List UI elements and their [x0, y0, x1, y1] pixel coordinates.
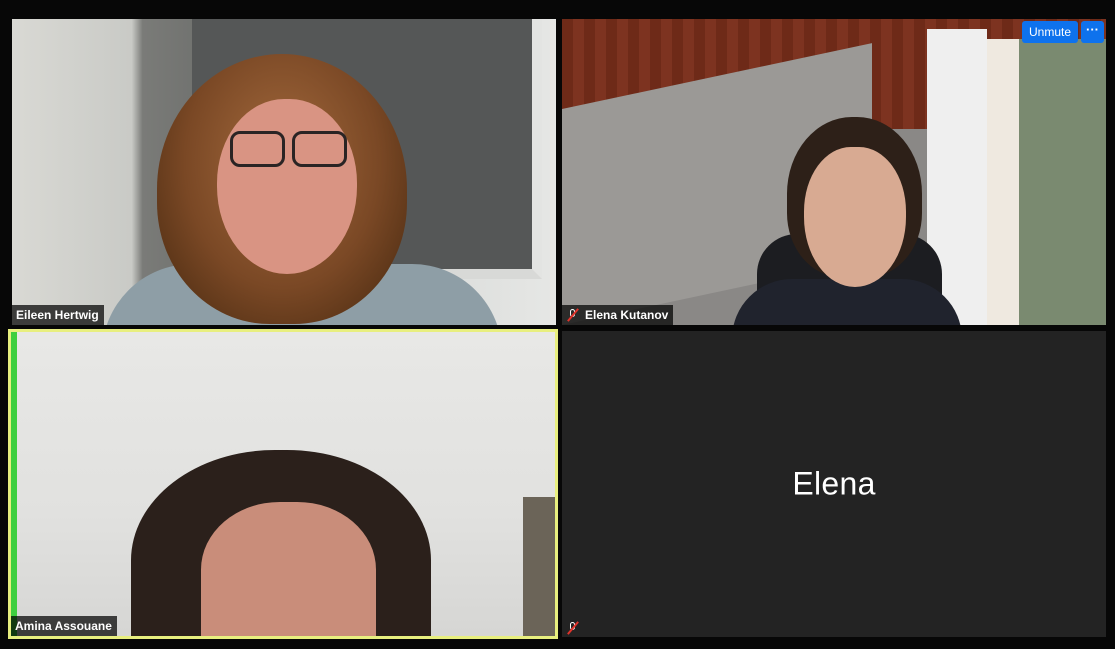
microphone-muted-icon: [566, 621, 579, 635]
video-tile-elena[interactable]: Elena: [562, 331, 1106, 637]
video-tile-eileen-hertwig[interactable]: Eileen Hertwig: [12, 19, 556, 325]
video-tile-amina-assouane[interactable]: Amina Assouane: [8, 329, 558, 639]
participant-name: Amina Assouane: [15, 619, 112, 633]
participant-display-name: Elena: [792, 465, 876, 502]
video-feed: [11, 332, 555, 636]
video-feed: [562, 19, 1106, 325]
more-options-button[interactable]: ···: [1081, 21, 1104, 43]
participant-name-label: Eileen Hertwig: [12, 305, 104, 325]
video-feed: [12, 19, 556, 325]
ellipsis-icon: ···: [1086, 22, 1099, 37]
participant-name-label: Amina Assouane: [11, 616, 117, 636]
microphone-muted-icon: [566, 308, 579, 322]
participant-name: Elena Kutanov: [585, 308, 669, 322]
participant-name: Eileen Hertwig: [16, 308, 99, 322]
participant-name-label: Elena Kutanov: [562, 305, 674, 325]
unmute-button[interactable]: Unmute: [1022, 21, 1079, 43]
video-tile-elena-kutanov[interactable]: Elena Kutanov: [562, 19, 1106, 325]
